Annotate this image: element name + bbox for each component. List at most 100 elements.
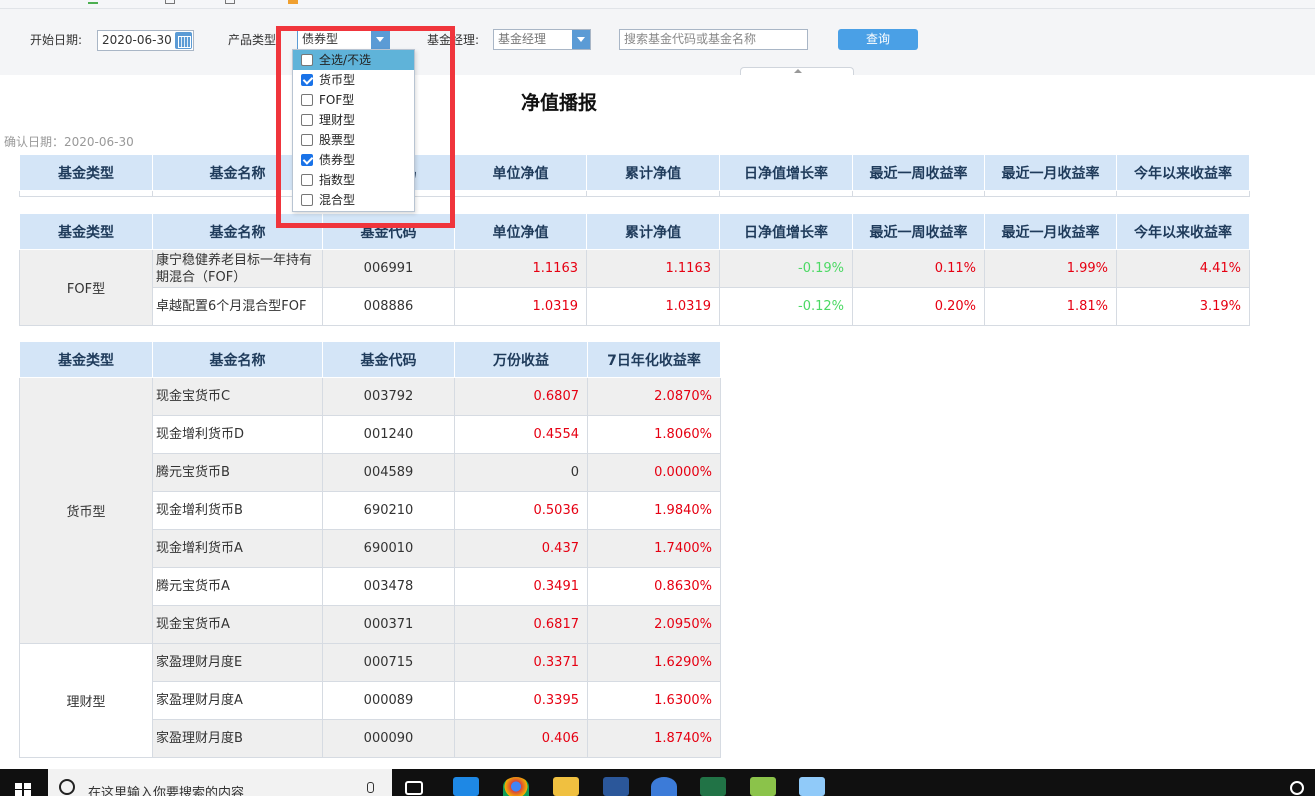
column-header[interactable]: 万份收益 bbox=[454, 341, 588, 378]
column-header[interactable]: 基金代码 bbox=[322, 213, 455, 250]
unit-nav-cell: 1.1163 bbox=[454, 249, 587, 288]
column-header[interactable]: 基金名称 bbox=[152, 341, 323, 378]
column-header[interactable]: 最近一周收益率 bbox=[852, 154, 985, 191]
product-type-select[interactable]: 债券型 bbox=[297, 29, 390, 50]
file-explorer-icon[interactable] bbox=[553, 777, 579, 796]
ten-thousand-income-cell: 0.3395 bbox=[454, 681, 588, 720]
app-window: 开始日期: 2020-06-30 产品类型: 债券型 基金经理: 基金经理 搜索… bbox=[0, 0, 1315, 796]
fund-code-cell: 690210 bbox=[322, 491, 455, 530]
table-row: 理财型 家盈理财月度E 000715 0.3371 1.6290% bbox=[19, 643, 721, 758]
manager-select[interactable]: 基金经理 bbox=[493, 29, 591, 50]
column-header[interactable]: 今年以来收益率 bbox=[1116, 154, 1250, 191]
fund-name-cell[interactable]: 现金增利货币D bbox=[152, 415, 323, 454]
dropdown-option[interactable]: FOF型 bbox=[293, 90, 414, 110]
dropdown-option[interactable]: 全选/不选 bbox=[293, 50, 414, 70]
checkbox-icon[interactable] bbox=[301, 154, 313, 166]
ytd-return-cell: 3.19% bbox=[1116, 287, 1250, 326]
column-header[interactable]: 日净值增长率 bbox=[719, 154, 853, 191]
calendar-icon[interactable] bbox=[175, 32, 192, 49]
store-app-icon[interactable] bbox=[453, 777, 479, 796]
toolbar-icon[interactable] bbox=[288, 0, 298, 4]
dropdown-option[interactable]: 货币型 bbox=[293, 70, 414, 90]
fund-code-cell: 000371 bbox=[322, 605, 455, 644]
unit-nav-cell: 1.0319 bbox=[454, 287, 587, 326]
fund-name-cell[interactable]: 卓越配置6个月混合型FOF bbox=[152, 287, 323, 326]
fund-name-cell[interactable]: 腾元宝货币A bbox=[152, 567, 323, 606]
dropdown-option[interactable]: 指数型 bbox=[293, 170, 414, 190]
windows-start-icon[interactable] bbox=[15, 783, 31, 796]
checkbox-icon[interactable] bbox=[301, 114, 313, 126]
manager-label: 基金经理: bbox=[427, 33, 480, 47]
microphone-icon[interactable] bbox=[367, 782, 374, 793]
search-placeholder: 搜索基金代码或基金名称 bbox=[624, 32, 757, 46]
search-input[interactable]: 搜索基金代码或基金名称 bbox=[619, 29, 808, 50]
column-header[interactable]: 基金类型 bbox=[19, 341, 153, 378]
column-header[interactable]: 基金类型 bbox=[19, 154, 153, 191]
fund-code-cell: 008886 bbox=[322, 287, 455, 326]
ten-thousand-income-cell: 0.4554 bbox=[454, 415, 588, 454]
start-date-input[interactable]: 2020-06-30 bbox=[97, 30, 194, 51]
dropdown-option[interactable]: 混合型 bbox=[293, 190, 414, 210]
acc-nav-cell: 1.1163 bbox=[586, 249, 720, 288]
column-header[interactable]: 日净值增长率 bbox=[719, 213, 853, 250]
checkbox-icon[interactable] bbox=[301, 134, 313, 146]
column-header[interactable]: 7日年化收益率 bbox=[587, 341, 721, 378]
notepad-app-icon[interactable] bbox=[750, 777, 776, 796]
fund-name-cell[interactable]: 现金增利货币B bbox=[152, 491, 323, 530]
chrome-icon[interactable] bbox=[503, 777, 529, 796]
seven-day-yield-cell: 2.0950% bbox=[587, 605, 721, 644]
column-header[interactable]: 最近一周收益率 bbox=[852, 213, 985, 250]
column-header[interactable]: 基金代码 bbox=[322, 341, 455, 378]
toolbar-icon[interactable] bbox=[165, 0, 175, 4]
product-type-label: 产品类型: bbox=[228, 33, 281, 47]
fund-name-cell[interactable]: 家盈理财月度E bbox=[152, 643, 323, 682]
checkbox-icon[interactable] bbox=[301, 94, 313, 106]
fund-name-cell[interactable]: 现金宝货币C bbox=[152, 377, 323, 416]
column-header[interactable]: 基金名称 bbox=[152, 213, 323, 250]
fund-name-cell[interactable]: 康宁稳健养老目标一年持有期混合（FOF） bbox=[152, 249, 323, 288]
query-button[interactable]: 查询 bbox=[838, 29, 918, 50]
money-fund-table: 基金类型 基金名称 基金代码 万份收益 7日年化收益率 货币型 现金宝货币C 003792 0… bbox=[19, 341, 721, 758]
dropdown-option[interactable]: 债券型 bbox=[293, 150, 414, 170]
taskbar-search-text: 在这里输入你要搜索的内容 bbox=[88, 786, 245, 796]
collapse-filter-tab[interactable] bbox=[740, 67, 854, 75]
people-icon[interactable] bbox=[1290, 781, 1304, 795]
column-header[interactable]: 基金类型 bbox=[19, 213, 153, 250]
checkbox-icon[interactable] bbox=[301, 194, 313, 206]
column-header[interactable]: 累计净值 bbox=[586, 213, 720, 250]
column-header[interactable]: 最近一月收益率 bbox=[984, 213, 1117, 250]
table-header-row: 基金类型基金名称基金代码单位净值累计净值日净值增长率最近一周收益率最近一月收益率… bbox=[19, 154, 1250, 191]
taskbar-search-box[interactable]: 在这里输入你要搜索的内容 bbox=[48, 769, 392, 796]
excel-icon[interactable] bbox=[700, 777, 726, 796]
checkbox-icon[interactable] bbox=[301, 74, 313, 86]
chevron-down-icon[interactable] bbox=[572, 30, 590, 49]
column-header[interactable]: 最近一月收益率 bbox=[984, 154, 1117, 191]
toolbar-icon[interactable] bbox=[88, 0, 98, 4]
browser-app-icon[interactable] bbox=[651, 777, 677, 796]
fund-name-cell[interactable]: 现金宝货币A bbox=[152, 605, 323, 644]
word-icon[interactable] bbox=[603, 777, 629, 796]
checkbox-icon[interactable] bbox=[301, 54, 313, 66]
fund-name-cell[interactable]: 家盈理财月度B bbox=[152, 719, 323, 758]
fund-name-cell[interactable]: 家盈理财月度A bbox=[152, 681, 323, 720]
task-view-icon[interactable] bbox=[405, 781, 423, 795]
toolbar-icon[interactable] bbox=[225, 0, 235, 4]
fund-name-cell[interactable]: 腾元宝货币B bbox=[152, 453, 323, 492]
dropdown-option[interactable]: 理财型 bbox=[293, 110, 414, 130]
ten-thousand-income-cell: 0.3491 bbox=[454, 567, 588, 606]
fund-code-cell: 690010 bbox=[322, 529, 455, 568]
seven-day-yield-cell: 1.6290% bbox=[587, 643, 721, 682]
fund-name-cell[interactable]: 现金增利货币A bbox=[152, 529, 323, 568]
dropdown-option-label: 指数型 bbox=[319, 173, 356, 187]
column-header[interactable]: 累计净值 bbox=[586, 154, 720, 191]
ten-thousand-income-cell: 0.437 bbox=[454, 529, 588, 568]
seven-day-yield-cell: 0.0000% bbox=[587, 453, 721, 492]
column-header[interactable]: 单位净值 bbox=[454, 213, 587, 250]
chevron-down-icon[interactable] bbox=[371, 30, 389, 49]
dropdown-option[interactable]: 股票型 bbox=[293, 130, 414, 150]
checkbox-icon[interactable] bbox=[301, 174, 313, 186]
column-header[interactable]: 今年以来收益率 bbox=[1116, 213, 1250, 250]
week-return-cell: 0.20% bbox=[852, 287, 985, 326]
pen-app-icon[interactable] bbox=[799, 777, 825, 796]
column-header[interactable]: 单位净值 bbox=[454, 154, 587, 191]
